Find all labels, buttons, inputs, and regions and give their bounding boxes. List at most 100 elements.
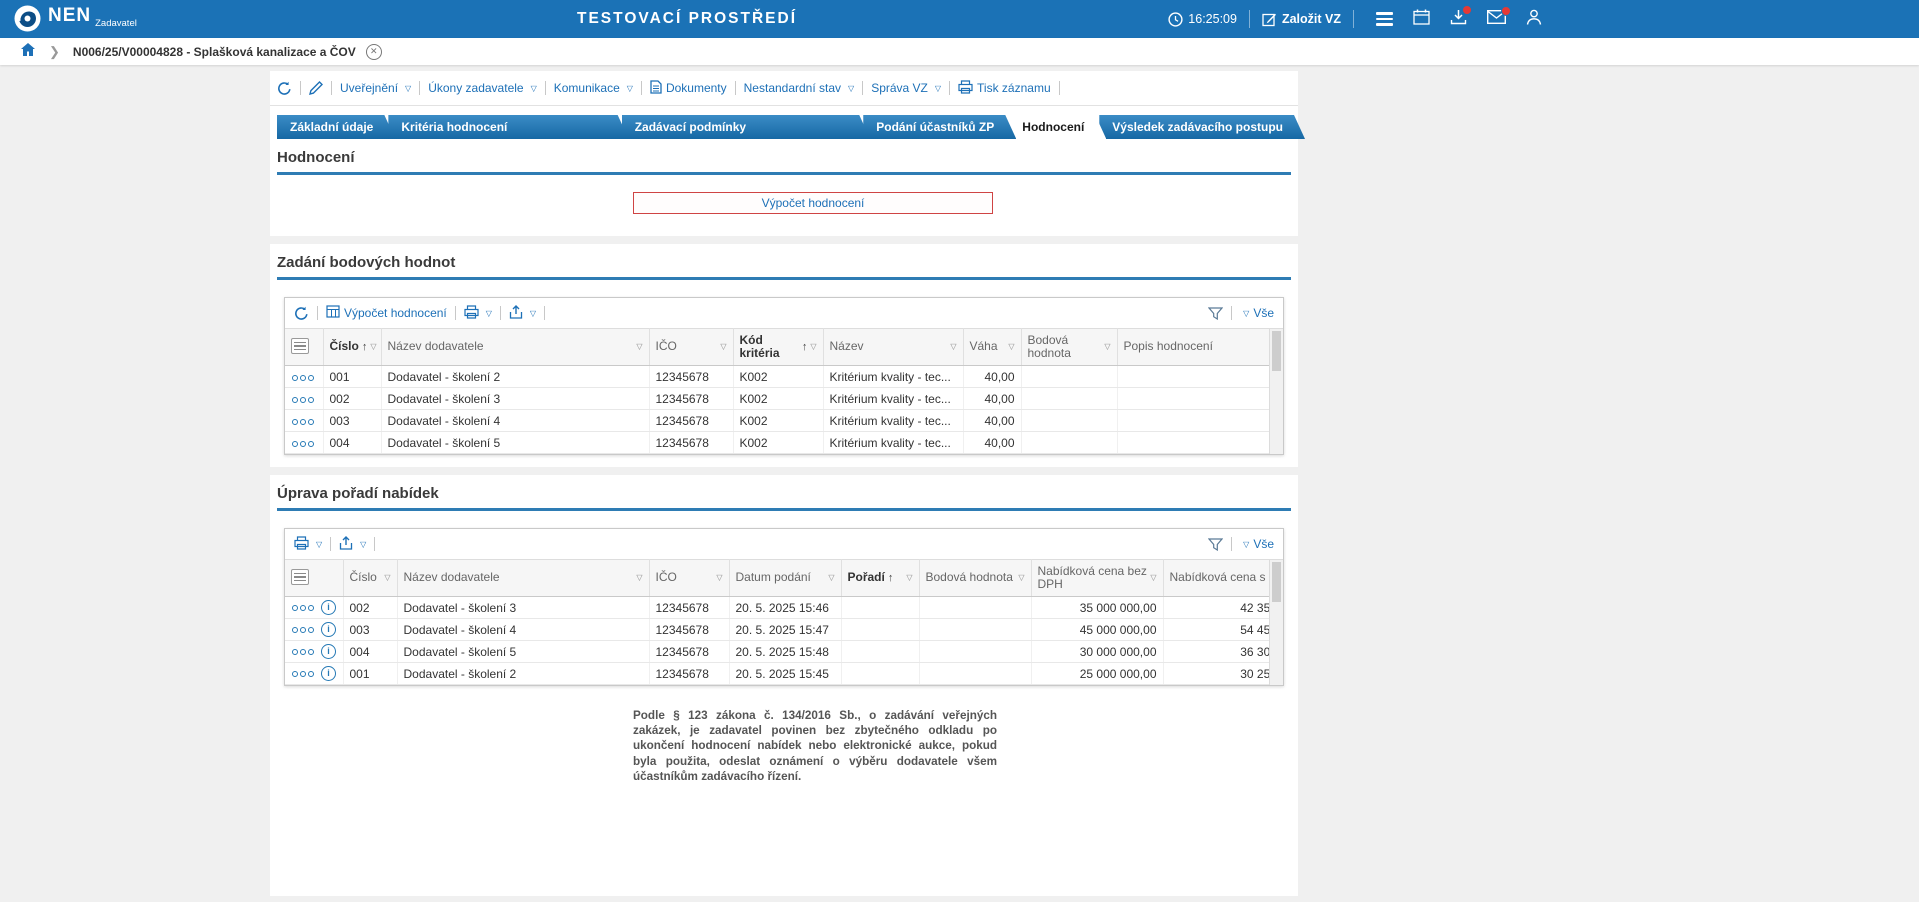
filter-caret-icon[interactable]: ▽ [906, 574, 912, 583]
column-settings-icon[interactable] [291, 338, 309, 354]
column-header-kod-kriteria[interactable]: Kód kritéria↑▽ [733, 329, 823, 366]
order-section: Úprava pořadí nabídek ▽ ▽ ▽Vše [270, 475, 1298, 896]
table-row[interactable]: 003 Dodavatel - školení 4 12345678 K002 … [285, 410, 1283, 432]
breadcrumb-current[interactable]: N006/25/V00004828 - Splašková kanalizace… [73, 45, 356, 59]
create-vz-button[interactable]: Založit VZ [1262, 12, 1341, 27]
table-row[interactable]: i 001 Dodavatel - školení 2 12345678 20.… [285, 663, 1283, 685]
column-header-vaha[interactable]: Váha▽ [963, 329, 1021, 366]
filter-caret-icon[interactable]: ▽ [1008, 343, 1014, 352]
table-row[interactable]: i 002 Dodavatel - školení 3 12345678 20.… [285, 597, 1283, 619]
table-row[interactable]: i 003 Dodavatel - školení 4 12345678 20.… [285, 619, 1283, 641]
column-header-ico[interactable]: IČO▽ [649, 329, 733, 366]
table-scrollbar[interactable] [1269, 329, 1283, 454]
refresh-button[interactable] [294, 306, 309, 321]
row-menu-button[interactable] [291, 625, 315, 635]
menu-uverejneni[interactable]: Uveřejnění▽ [340, 81, 411, 95]
print-button[interactable]: ▽ [294, 536, 322, 553]
menu-dokumenty[interactable]: Dokumenty [650, 80, 727, 97]
menu-nestandardni-stav[interactable]: Nestandardní stav▽ [744, 81, 855, 95]
column-header-cislo[interactable]: Číslo↑▽ [323, 329, 381, 366]
column-header-cena-s-dph[interactable]: Nabídková cena s DPH [1163, 560, 1283, 597]
filter-caret-icon[interactable]: ▽ [828, 574, 834, 583]
print-button[interactable]: ▽ [464, 305, 492, 322]
messages-button[interactable] [1487, 10, 1506, 29]
column-header-poradi[interactable]: Pořadí↑▽ [841, 560, 919, 597]
row-menu-button[interactable] [291, 395, 315, 405]
column-header-bodova-hodnota[interactable]: Bodová hodnota▽ [1021, 329, 1117, 366]
filter-caret-icon[interactable]: ▽ [1018, 574, 1024, 583]
column-header-nazev-dodavatele[interactable]: Název dodavatele▽ [397, 560, 649, 597]
column-settings-header[interactable] [285, 560, 343, 597]
filter-caret-icon[interactable]: ▽ [1104, 343, 1110, 352]
filter-button[interactable] [1208, 538, 1223, 551]
view-all-button[interactable]: ▽Vše [1240, 306, 1274, 320]
filter-caret-icon[interactable]: ▽ [384, 574, 390, 583]
row-menu-button[interactable] [291, 439, 315, 449]
user-button[interactable] [1526, 9, 1542, 30]
table-row[interactable]: 001 Dodavatel - školení 2 12345678 K002 … [285, 366, 1283, 388]
filter-caret-icon[interactable]: ▽ [370, 343, 376, 352]
filter-caret-icon[interactable]: ▽ [636, 343, 642, 352]
column-header-ico[interactable]: IČO▽ [649, 560, 729, 597]
scrollbar-thumb[interactable] [1272, 562, 1281, 602]
info-icon[interactable]: i [321, 600, 336, 615]
server-time-value: 16:25:09 [1188, 12, 1237, 26]
filter-caret-icon[interactable]: ▽ [716, 574, 722, 583]
menu-button[interactable] [1376, 12, 1393, 26]
column-header-cislo[interactable]: Číslo▽ [343, 560, 397, 597]
compose-icon [1262, 12, 1277, 27]
row-menu-button[interactable] [291, 647, 315, 657]
compute-evaluation-link[interactable]: Výpočet hodnocení [326, 305, 447, 321]
filter-caret-icon[interactable]: ▽ [950, 343, 956, 352]
menu-komunikace[interactable]: Komunikace▽ [554, 81, 633, 95]
filter-caret-icon[interactable]: ▽ [810, 343, 816, 352]
row-menu-button[interactable] [291, 603, 315, 613]
downloads-button[interactable] [1450, 9, 1467, 30]
menu-ukony-zadavatele[interactable]: Úkony zadavatele▽ [428, 81, 537, 95]
filter-button[interactable] [1208, 307, 1223, 320]
column-header-nazev-dodavatele[interactable]: Název dodavatele▽ [381, 329, 649, 366]
section-underline [277, 508, 1291, 511]
close-record-icon[interactable]: ✕ [366, 44, 382, 60]
filter-caret-icon[interactable]: ▽ [636, 574, 642, 583]
column-settings-icon[interactable] [291, 569, 309, 585]
grid-calc-icon [326, 305, 340, 321]
tab-vysledek[interactable]: Výsledek zadávacího postupu [1099, 115, 1305, 139]
scrollbar-thumb[interactable] [1272, 331, 1281, 371]
nen-logo[interactable]: NEN Zadavatel [14, 5, 137, 32]
info-icon[interactable]: i [321, 622, 336, 637]
tab-kriteria-hodnoceni[interactable]: Kritéria hodnocení [388, 115, 628, 139]
calendar-button[interactable] [1413, 9, 1430, 30]
table-row[interactable]: i 004 Dodavatel - školení 5 12345678 20.… [285, 641, 1283, 663]
compute-evaluation-button[interactable]: Výpočet hodnocení [633, 192, 993, 214]
filter-caret-icon[interactable]: ▽ [720, 343, 726, 352]
tab-zadavaci-podminky[interactable]: Zadávací podmínky [622, 115, 871, 139]
export-button[interactable]: ▽ [509, 305, 536, 322]
tab-hodnoceni[interactable]: Hodnocení [1009, 115, 1106, 139]
table-row[interactable]: 002 Dodavatel - školení 3 12345678 K002 … [285, 388, 1283, 410]
row-menu-button[interactable] [291, 373, 315, 383]
tab-zakladni-udaje[interactable]: Základní údaje [277, 115, 395, 139]
home-icon[interactable] [20, 42, 36, 62]
refresh-button[interactable] [277, 81, 292, 96]
column-settings-header[interactable] [285, 329, 323, 366]
table-row[interactable]: 004 Dodavatel - školení 5 12345678 K002 … [285, 432, 1283, 454]
column-header-datum-podani[interactable]: Datum podání▽ [729, 560, 841, 597]
sort-ascending-icon: ↑ [802, 341, 808, 353]
column-header-nazev[interactable]: Název▽ [823, 329, 963, 366]
row-menu-button[interactable] [291, 669, 315, 679]
menu-sprava-vz[interactable]: Správa VZ▽ [871, 81, 941, 95]
print-record-button[interactable]: Tisk záznamu [958, 80, 1051, 97]
info-icon[interactable]: i [321, 644, 336, 659]
tab-podani-ucastniku[interactable]: Podání účastníků ZP [863, 115, 1016, 139]
view-all-button[interactable]: ▽Vše [1240, 537, 1274, 551]
info-icon[interactable]: i [321, 666, 336, 681]
edit-button[interactable] [309, 81, 323, 95]
row-menu-button[interactable] [291, 417, 315, 427]
column-header-popis-hodnoceni[interactable]: Popis hodnocení [1117, 329, 1283, 366]
table-scrollbar[interactable] [1269, 560, 1283, 685]
filter-caret-icon[interactable]: ▽ [1150, 574, 1156, 583]
column-header-cena-bez-dph[interactable]: Nabídková cena bez DPH▽ [1031, 560, 1163, 597]
export-button[interactable]: ▽ [339, 536, 366, 553]
column-header-bodova-hodnota[interactable]: Bodová hodnota▽ [919, 560, 1031, 597]
